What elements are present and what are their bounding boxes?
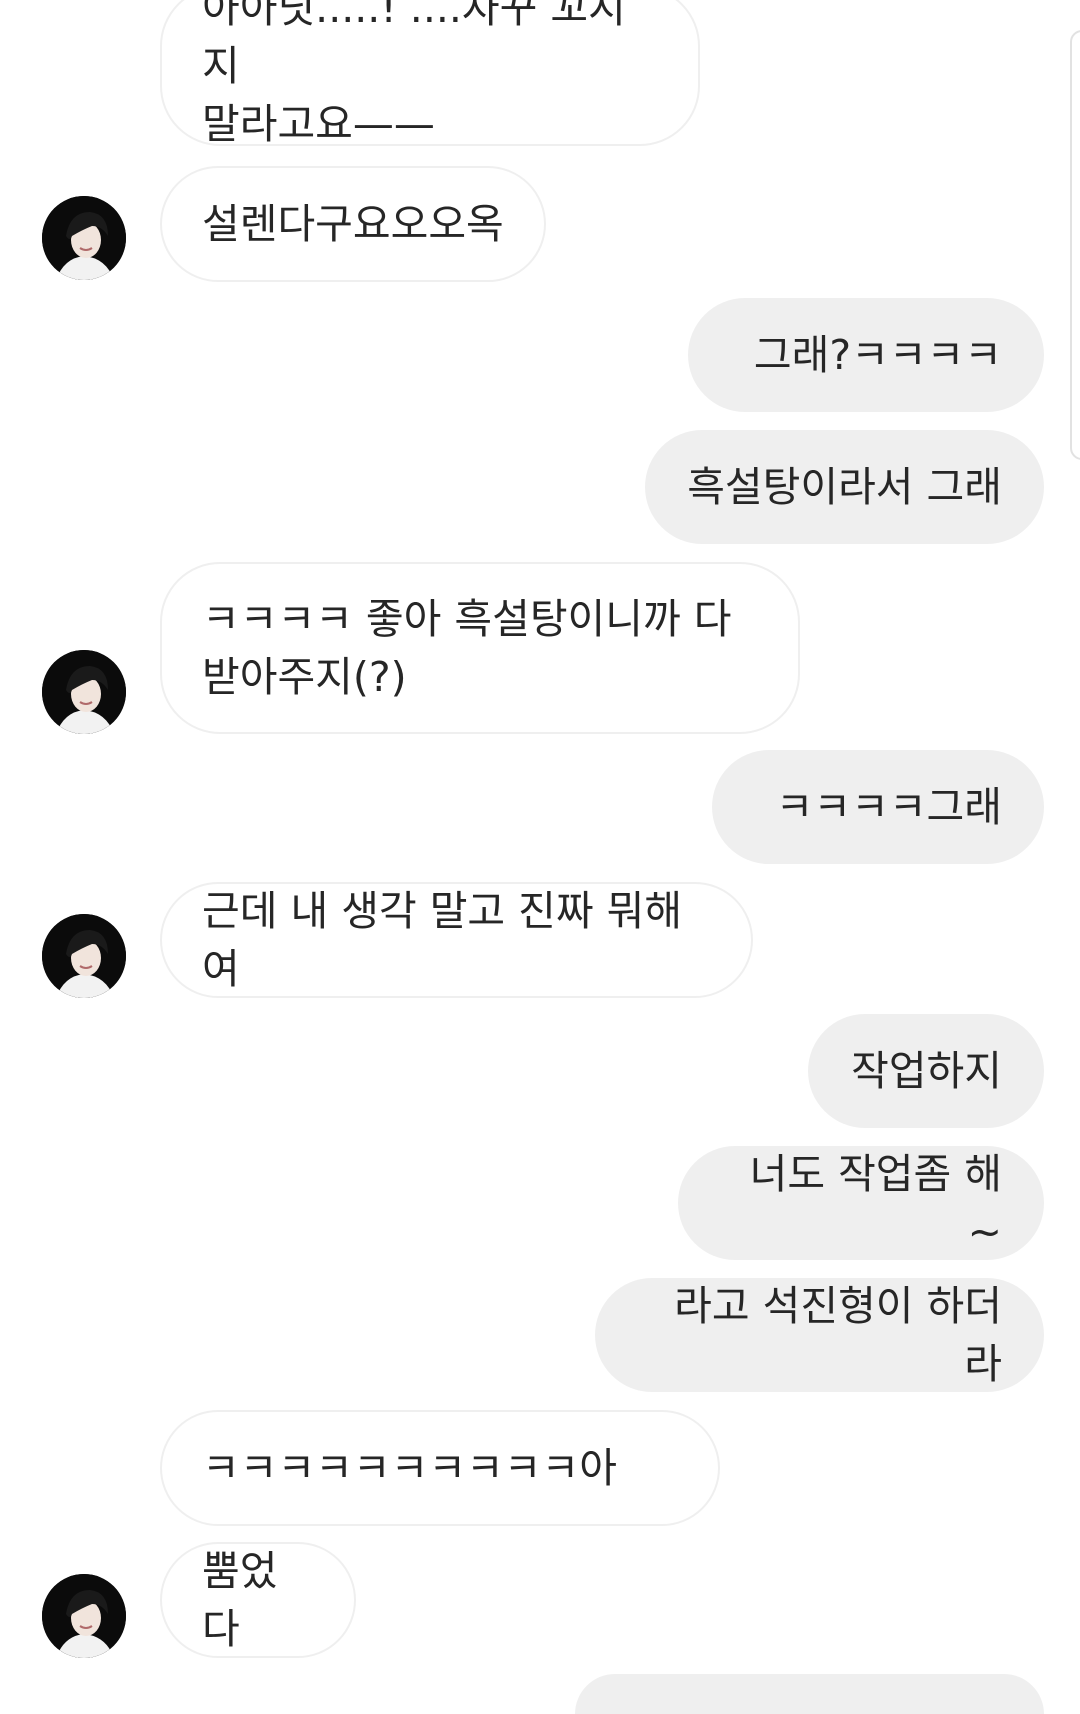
incoming-message-bubble[interactable]: 뿜었다 [160,1542,356,1658]
message-text: 뿜었다 [202,1547,278,1653]
avatar[interactable] [42,914,126,998]
outgoing-message-bubble[interactable]: 흑설탕이라서 그래 [645,430,1044,544]
message-text: ㅋㅋㅋㅋ그래 [775,783,1002,831]
outgoing-message-bubble[interactable] [575,1674,1044,1714]
message-text: 라고 석진형이 하더라 [674,1282,1002,1388]
incoming-message-bubble[interactable]: ㅋㅋㅋㅋㅋㅋㅋㅋㅋㅋ아 [160,1410,720,1526]
outgoing-message-bubble[interactable]: 그래?ㅋㅋㅋㅋ [688,298,1044,412]
message-text: ㅋㅋㅋㅋ 좋아 흑설탕이니까 다 받아주지(?) [202,595,732,701]
incoming-message-bubble[interactable]: 설렌다구요오오옥 [160,166,546,282]
incoming-message-bubble[interactable]: 근데 내 생각 말고 진짜 뭐해여 [160,882,753,998]
profile-photo-icon [42,1574,126,1658]
outgoing-message-bubble[interactable]: 라고 석진형이 하더라 [595,1278,1044,1392]
outgoing-message-bubble[interactable]: 너도 작업좀 해~ [678,1146,1044,1260]
incoming-message-bubble[interactable]: 아아닛.....! ....자꾸 꼬시지 말라고요—— [160,0,700,148]
avatar[interactable] [42,196,126,280]
profile-photo-icon [42,650,126,734]
message-text: 그래?ㅋㅋㅋㅋ [753,331,1002,379]
message-text: 설렌다구요오오옥 [202,200,504,248]
avatar[interactable] [42,1574,126,1658]
outgoing-message-bubble[interactable]: ㅋㅋㅋㅋ그래 [712,750,1044,864]
avatar[interactable] [42,650,126,734]
message-text: 작업하지 [851,1047,1002,1095]
message-text: 아아닛.....! ....자꾸 꼬시지 말라고요—— [202,0,626,148]
message-text: ㅋㅋㅋㅋㅋㅋㅋㅋㅋㅋ아 [202,1444,617,1492]
message-text: 근데 내 생각 말고 진짜 뭐해여 [202,887,683,993]
scroll-indicator [1070,30,1080,460]
profile-photo-icon [42,196,126,280]
message-text: 흑설탕이라서 그래 [687,463,1002,511]
message-text: 너도 작업좀 해~ [749,1150,1002,1256]
profile-photo-icon [42,914,126,998]
outgoing-message-bubble[interactable]: 작업하지 [808,1014,1044,1128]
incoming-message-bubble[interactable]: ㅋㅋㅋㅋ 좋아 흑설탕이니까 다 받아주지(?) [160,562,800,734]
